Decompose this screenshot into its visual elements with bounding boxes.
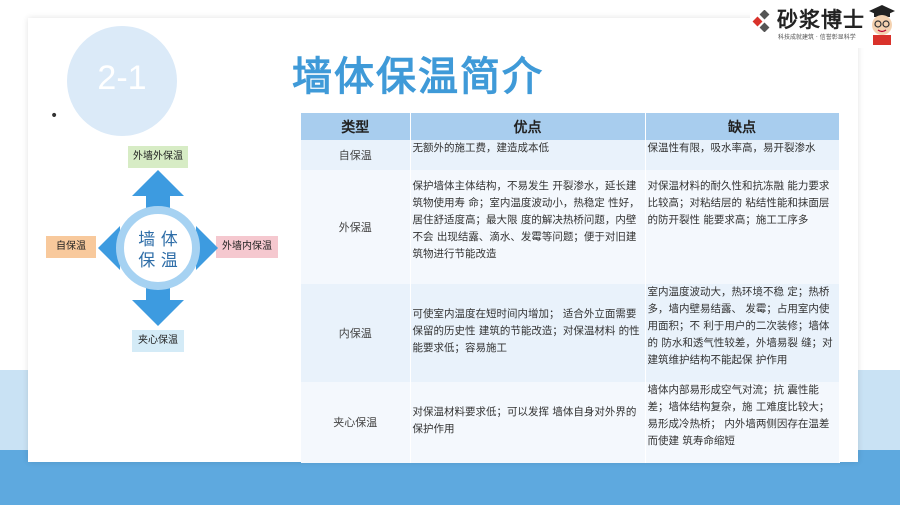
row-pros: 可使室内温度在短时间内增加； 适合外立面需要保留的历史性 建筑的节能改造；对保温…	[410, 284, 646, 382]
header-pros: 优点	[410, 113, 646, 140]
row-cons: 对保温材料的耐久性和抗冻融 能力要求比较高；对粘结层的 粘结性能和抹面层的防开裂…	[645, 170, 840, 284]
table-header-row: 类型 优点 缺点	[301, 113, 840, 140]
row-type: 外保温	[301, 170, 411, 284]
diagram-label-top: 外墙外保温	[128, 146, 188, 168]
diagram-label-bottom: 夹心保温	[132, 330, 184, 352]
diagram-center-line1: 墙 体	[138, 230, 177, 250]
table-row: 夹心保温 对保温材料要求低；可以发挥 墙体自身对外界的保护作用 墙体内部易形成空…	[301, 382, 840, 463]
row-pros: 无额外的施工费，建造成本低	[410, 140, 646, 170]
slide-title: 墙体保温简介	[292, 54, 544, 100]
header-type: 类型	[301, 113, 411, 140]
row-pros: 保护墙体主体结构，不易发生 开裂渗水，延长建筑物使用寿 命；室内温度波动小，热稳…	[410, 170, 646, 284]
table-row: 外保温 保护墙体主体结构，不易发生 开裂渗水，延长建筑物使用寿 命；室内温度波动…	[301, 170, 840, 284]
row-type: 自保温	[301, 140, 411, 170]
row-cons: 室内温度波动大，热环境不稳 定；热桥多，墙内壁易结露、 发霉；占用室内使用面积；…	[645, 284, 840, 382]
row-cons: 墙体内部易形成空气对流；抗 震性能差；墙体结构复杂，施 工难度比较大；易形成冷热…	[645, 382, 840, 463]
four-way-arrow-graphic: 墙 体 保 温	[98, 170, 218, 326]
header-cons: 缺点	[645, 113, 840, 140]
row-cons: 保温性有限，吸水率高，易开裂渗水	[645, 140, 840, 170]
table-row: 自保温 无额外的施工费，建造成本低 保温性有限，吸水率高，易开裂渗水	[301, 140, 840, 170]
brand-logo: 砂浆博士 科技成就建筑 · 信誉彰显科学	[750, 0, 900, 48]
bullet-point: •	[50, 108, 59, 124]
mascot-doctor-icon	[869, 5, 895, 45]
row-pros: 对保温材料要求低；可以发挥 墙体自身对外界的保护作用	[410, 382, 646, 463]
diagram-center-line2: 保 温	[138, 251, 177, 271]
row-type: 夹心保温	[301, 382, 411, 463]
brand-tagline: 科技成就建筑 · 信誉彰显科学	[778, 34, 856, 41]
diagram-label-left: 自保温	[46, 236, 96, 258]
insulation-comparison-table: 类型 优点 缺点 自保温 无额外的施工费，建造成本低 保温性有限，吸水率高，易开…	[301, 113, 840, 463]
logo-mark-icon	[752, 10, 770, 32]
section-number-badge: 2-1	[67, 26, 177, 136]
wall-insulation-diagram: 外墙外保温 自保温 外墙内保温 夹心保温 墙 体 保 温	[40, 140, 280, 362]
diagram-label-right: 外墙内保温	[216, 236, 278, 258]
row-type: 内保温	[301, 284, 411, 382]
brand-name: 砂浆博士	[777, 8, 865, 32]
table-row: 内保温 可使室内温度在短时间内增加； 适合外立面需要保留的历史性 建筑的节能改造…	[301, 284, 840, 382]
